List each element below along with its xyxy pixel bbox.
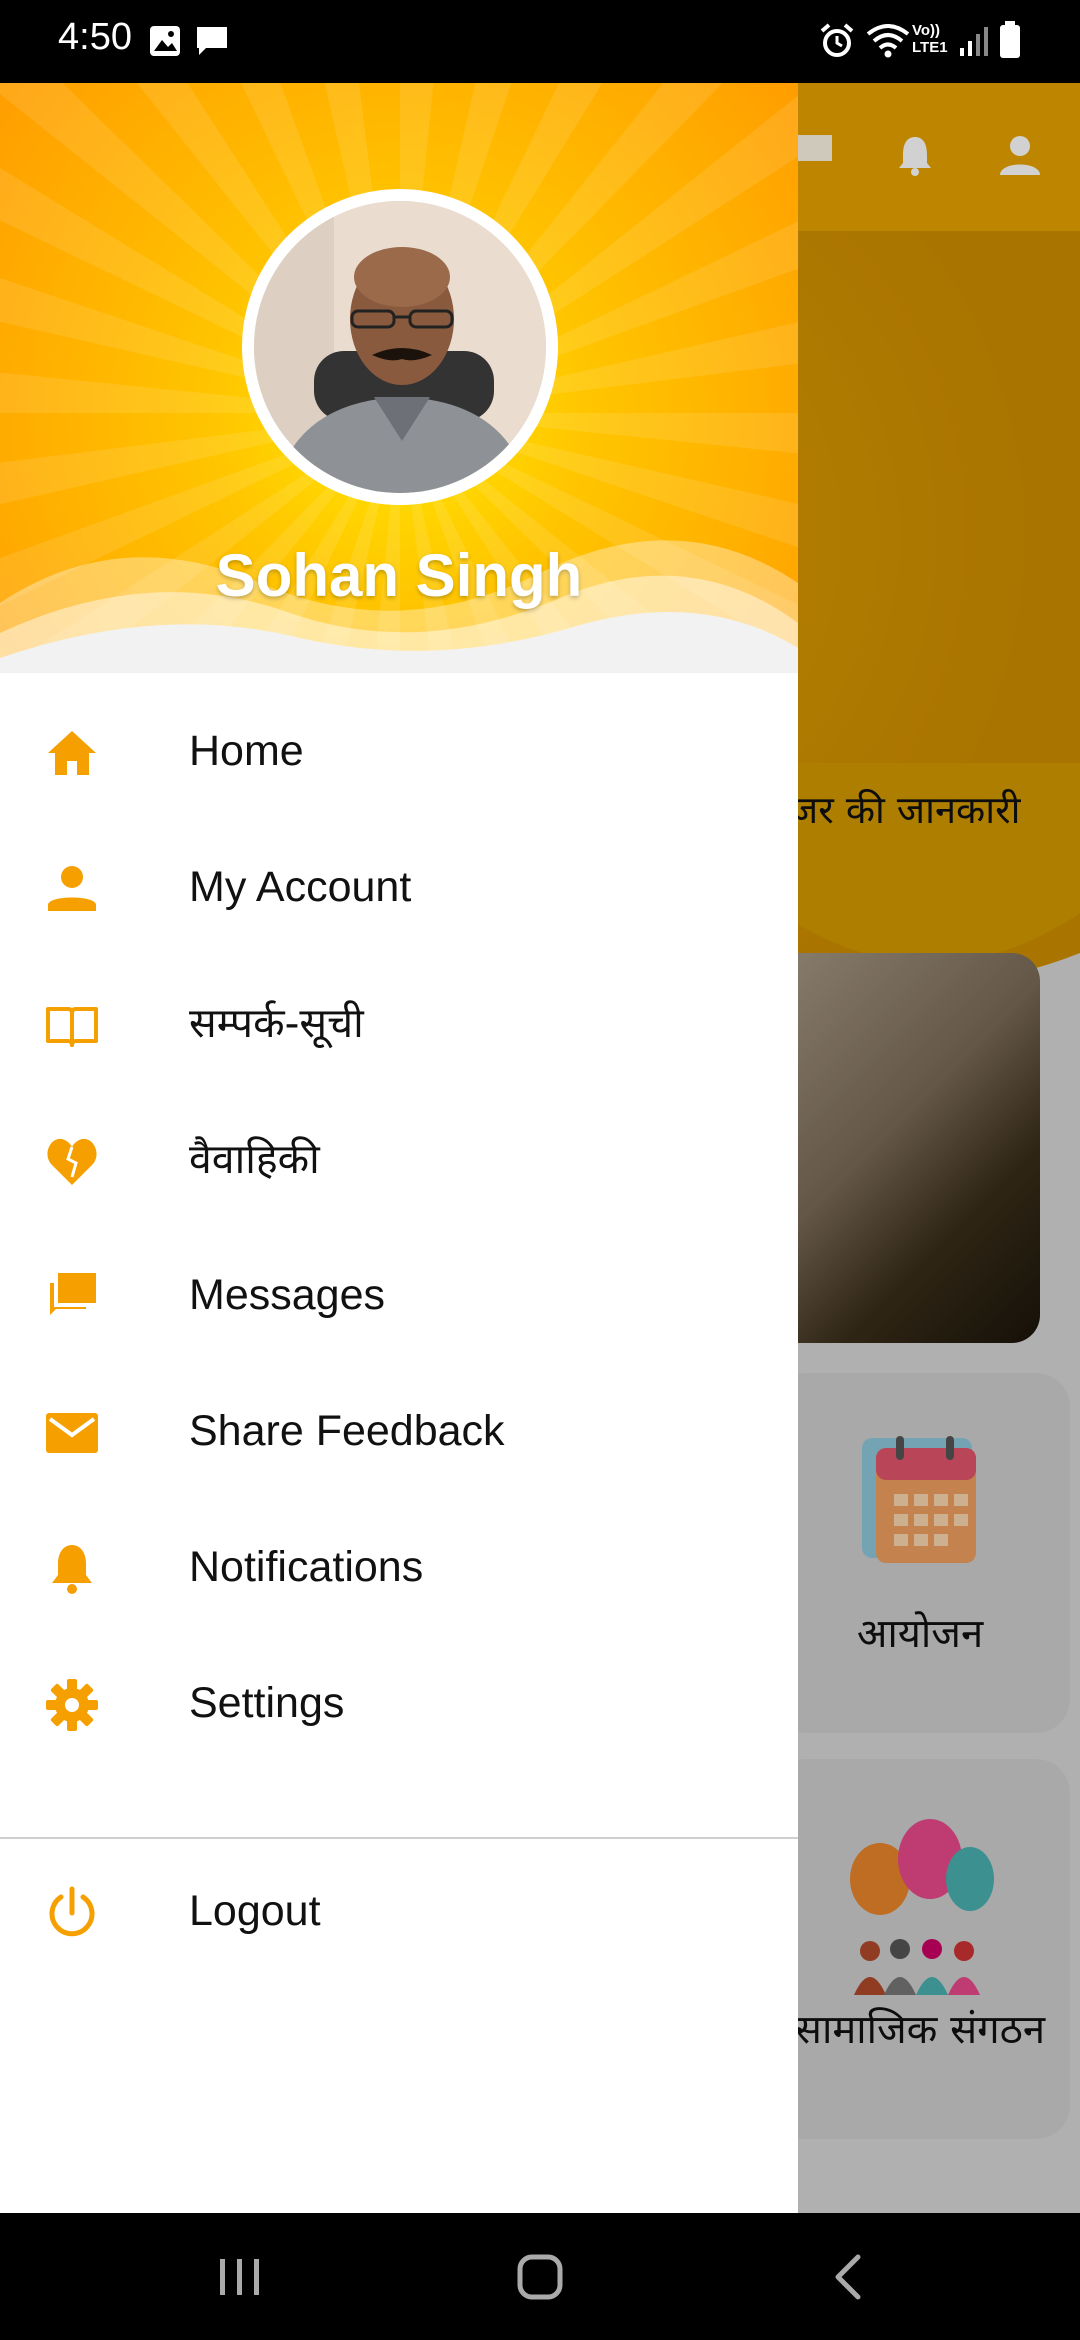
status-bar: 4:50 Vo)) LTE1 [0, 0, 1080, 83]
menu-item-logout[interactable]: Logout [0, 1843, 798, 1979]
menu-item-label: Share Feedback [189, 1407, 505, 1455]
menu-item-contact-list[interactable]: सम्पर्क-सूची [0, 955, 798, 1091]
profile-avatar[interactable] [242, 189, 558, 505]
menu-item-label: सम्पर्क-सूची [189, 999, 364, 1047]
status-time: 4:50 [58, 16, 132, 58]
navigation-drawer: Sohan Singh Home My Account सम्पर्क-सूची [0, 83, 798, 2213]
back-button[interactable] [818, 2213, 878, 2340]
mail-icon [46, 1413, 98, 1453]
gear-icon [46, 1679, 98, 1731]
menu-item-matrimonial[interactable]: वैवाहिकी [0, 1091, 798, 1227]
bell-icon [52, 1545, 92, 1594]
wifi-icon [866, 24, 910, 58]
alarm-icon [820, 23, 854, 57]
menu-item-label: Home [189, 727, 304, 775]
menu-item-label: वैवाहिकी [189, 1135, 320, 1183]
network-label: Vo)) LTE1 [912, 22, 948, 56]
menu-item-label: Logout [189, 1887, 321, 1935]
menu-item-label: Messages [189, 1271, 385, 1319]
menu-item-label: My Account [189, 863, 412, 911]
menu-item-label: Notifications [189, 1543, 424, 1591]
menu-item-notifications[interactable]: Notifications [0, 1499, 798, 1635]
menu-item-share-feedback[interactable]: Share Feedback [0, 1363, 798, 1499]
signal-icon [960, 27, 988, 56]
profile-photo [254, 201, 546, 493]
heart-icon [47, 1138, 97, 1185]
chat-notification-icon [197, 27, 227, 55]
battery-icon [1000, 21, 1020, 58]
drawer-header: Sohan Singh [0, 83, 798, 673]
power-icon [49, 1886, 95, 1937]
person-icon [48, 866, 96, 911]
menu-item-label: Settings [189, 1679, 345, 1727]
home-button[interactable] [510, 2213, 570, 2340]
gallery-icon [150, 26, 180, 56]
menu-item-messages[interactable]: Messages [0, 1227, 798, 1363]
home-icon [48, 731, 96, 775]
recent-apps-button[interactable] [210, 2213, 270, 2340]
messages-icon [50, 1273, 96, 1315]
menu-item-home[interactable]: Home [0, 683, 798, 819]
menu-item-settings[interactable]: Settings [0, 1635, 798, 1771]
user-name: Sohan Singh [215, 542, 583, 609]
menu-item-my-account[interactable]: My Account [0, 819, 798, 955]
system-navigation-bar [0, 2213, 1080, 2340]
menu-divider [0, 1837, 798, 1839]
book-icon [46, 1007, 98, 1047]
